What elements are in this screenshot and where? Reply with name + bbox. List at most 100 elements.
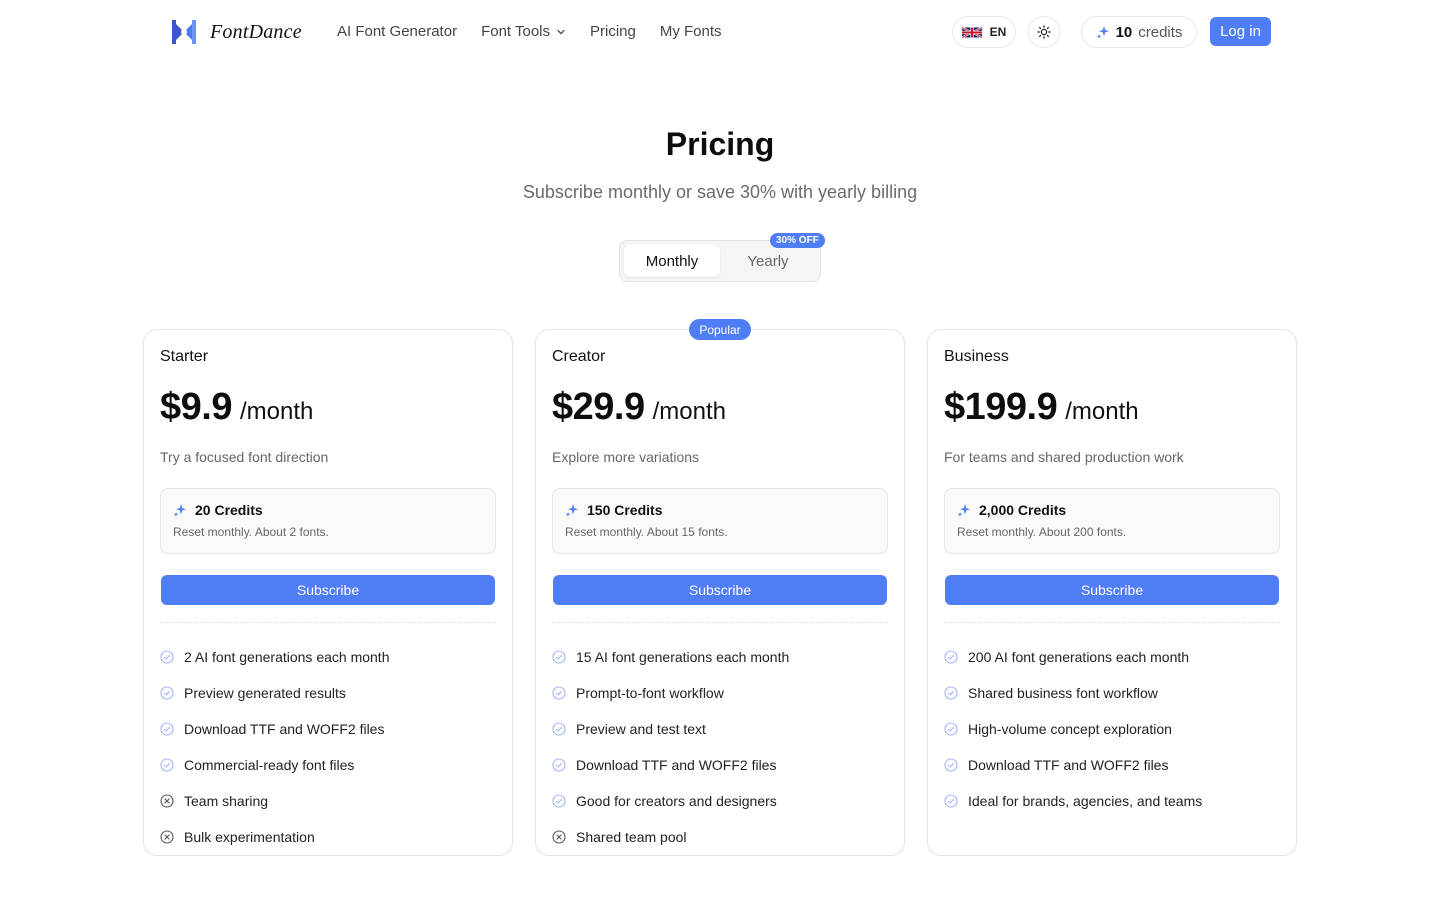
feature-list: 200 AI font generations each month Shared…: [944, 639, 1202, 819]
plan-price: $9.9: [160, 386, 232, 428]
plan-period: /month: [239, 398, 314, 425]
x-circle-icon: [552, 830, 566, 844]
check-circle-icon: [552, 758, 566, 772]
credits-box: 150 Credits Reset monthly. About 15 font…: [552, 488, 888, 554]
sun-icon: [1037, 25, 1051, 39]
feature-item: Commercial-ready font files: [160, 747, 389, 783]
credits-note: Reset monthly. About 2 fonts.: [173, 525, 329, 539]
nav-pricing[interactable]: Pricing: [590, 22, 636, 42]
x-circle-icon: [160, 794, 174, 808]
check-circle-icon: [944, 758, 958, 772]
theme-toggle-button[interactable]: [1028, 16, 1060, 48]
feature-item: Team sharing: [160, 783, 389, 819]
plan-name: Starter: [160, 348, 209, 365]
billing-option-yearly[interactable]: Yearly: [720, 245, 816, 277]
feature-list: 2 AI font generations each month Preview …: [160, 639, 389, 855]
feature-item: Good for creators and designers: [552, 783, 789, 819]
check-circle-icon: [160, 722, 174, 736]
check-circle-icon: [552, 722, 566, 736]
discount-badge: 30% OFF: [770, 233, 825, 248]
check-circle-icon: [944, 722, 958, 736]
plan-period: /month: [1065, 398, 1139, 425]
feature-text: Ideal for brands, agencies, and teams: [968, 793, 1203, 809]
divider: [552, 622, 888, 623]
top-header: FontDance AI Font Generator Font Tools P…: [0, 0, 1440, 64]
nav-ai-font-generator[interactable]: AI Font Generator: [337, 22, 457, 42]
feature-item: Prompt-to-font workflow: [552, 675, 789, 711]
uk-flag-icon: [961, 26, 982, 38]
check-circle-icon: [160, 650, 174, 664]
popular-badge: Popular: [689, 319, 751, 340]
feature-text: 2 AI font generations each month: [184, 649, 390, 665]
subscribe-button[interactable]: Subscribe: [945, 575, 1279, 605]
brand-logo[interactable]: FontDance: [170, 18, 302, 46]
credits-note: Reset monthly. About 15 fonts.: [565, 525, 728, 539]
feature-text: Download TTF and WOFF2 files: [968, 757, 1169, 773]
plan-description: For teams and shared production work: [944, 449, 1184, 465]
login-button[interactable]: Log in: [1210, 17, 1271, 46]
feature-item: Preview generated results: [160, 675, 389, 711]
feature-text: Commercial-ready font files: [184, 757, 355, 773]
feature-text: Good for creators and designers: [576, 793, 777, 809]
plan-description: Try a focused font direction: [160, 449, 329, 465]
credits-balance[interactable]: 10 credits: [1081, 16, 1197, 48]
feature-item: 15 AI font generations each month: [552, 639, 789, 675]
feature-text: Download TTF and WOFF2 files: [184, 721, 385, 737]
subscribe-button[interactable]: Subscribe: [553, 575, 887, 605]
feature-text: High-volume concept exploration: [968, 721, 1172, 737]
feature-list: 15 AI font generations each month Prompt-…: [552, 639, 789, 855]
price-row: $29.9 /month: [552, 386, 726, 429]
credits-amount: 150 Credits: [587, 502, 663, 518]
feature-item: Shared business font workflow: [944, 675, 1202, 711]
plan-card-creator: Popular Creator $29.9 /month Explore mor…: [535, 319, 905, 856]
check-circle-icon: [944, 686, 958, 700]
billing-toggle: Monthly Yearly 30% OFF: [619, 233, 825, 282]
plan-name: Creator: [552, 348, 606, 365]
credits-amount: 2,000 Credits: [979, 502, 1067, 518]
price-row: $199.9 /month: [944, 386, 1139, 429]
subscribe-button[interactable]: Subscribe: [161, 575, 495, 605]
feature-text: Download TTF and WOFF2 files: [576, 757, 777, 773]
credits-box: 2,000 Credits Reset monthly. About 200 f…: [944, 488, 1280, 554]
feature-item: High-volume concept exploration: [944, 711, 1202, 747]
feature-item: Ideal for brands, agencies, and teams: [944, 783, 1202, 819]
billing-option-monthly[interactable]: Monthly: [624, 245, 720, 277]
feature-text: Shared business font workflow: [968, 685, 1158, 701]
chevron-down-icon: [557, 29, 565, 35]
feature-item: Download TTF and WOFF2 files: [160, 711, 389, 747]
nav-my-fonts[interactable]: My Fonts: [660, 22, 722, 42]
nav-label: Pricing: [590, 23, 636, 40]
language-selector[interactable]: EN: [952, 16, 1016, 48]
nav-label: My Fonts: [659, 23, 722, 40]
feature-item: Download TTF and WOFF2 files: [944, 747, 1202, 783]
feature-item: Bulk experimentation: [160, 819, 389, 855]
credits-note: Reset monthly. About 200 fonts.: [957, 525, 1127, 539]
plan-card-starter: Starter $9.9 /month Try a focused font d…: [143, 329, 513, 856]
credits-box: 20 Credits Reset monthly. About 2 fonts.: [160, 488, 496, 554]
x-circle-icon: [160, 830, 174, 844]
plan-price: $199.9: [944, 386, 1058, 428]
check-circle-icon: [552, 686, 566, 700]
feature-item: 200 AI font generations each month: [944, 639, 1202, 675]
check-circle-icon: [552, 794, 566, 808]
nav-label: AI Font Generator: [337, 23, 458, 40]
main-nav: AI Font Generator Font Tools Pricing My …: [337, 22, 722, 42]
feature-text: Preview and test text: [576, 721, 706, 737]
credits-title: 150 Credits: [565, 502, 662, 518]
sparkle-icon: [1096, 26, 1109, 39]
feature-item: 2 AI font generations each month: [160, 639, 389, 675]
page-subtitle: Subscribe monthly or save 30% with yearl…: [522, 182, 918, 202]
page-title: Pricing: [665, 126, 775, 162]
plan-period: /month: [652, 398, 726, 425]
feature-item: Preview and test text: [552, 711, 789, 747]
credits-title: 2,000 Credits: [957, 502, 1066, 518]
divider: [160, 622, 496, 623]
credits-count: 10: [1115, 23, 1133, 41]
sparkle-icon: [173, 504, 186, 517]
feature-text: Shared team pool: [576, 829, 687, 845]
credits-title: 20 Credits: [173, 502, 263, 518]
nav-font-tools[interactable]: Font Tools: [481, 22, 566, 42]
plan-name: Business: [944, 348, 1009, 365]
nav-label: Font Tools: [481, 23, 550, 40]
feature-text: Preview generated results: [184, 685, 346, 701]
